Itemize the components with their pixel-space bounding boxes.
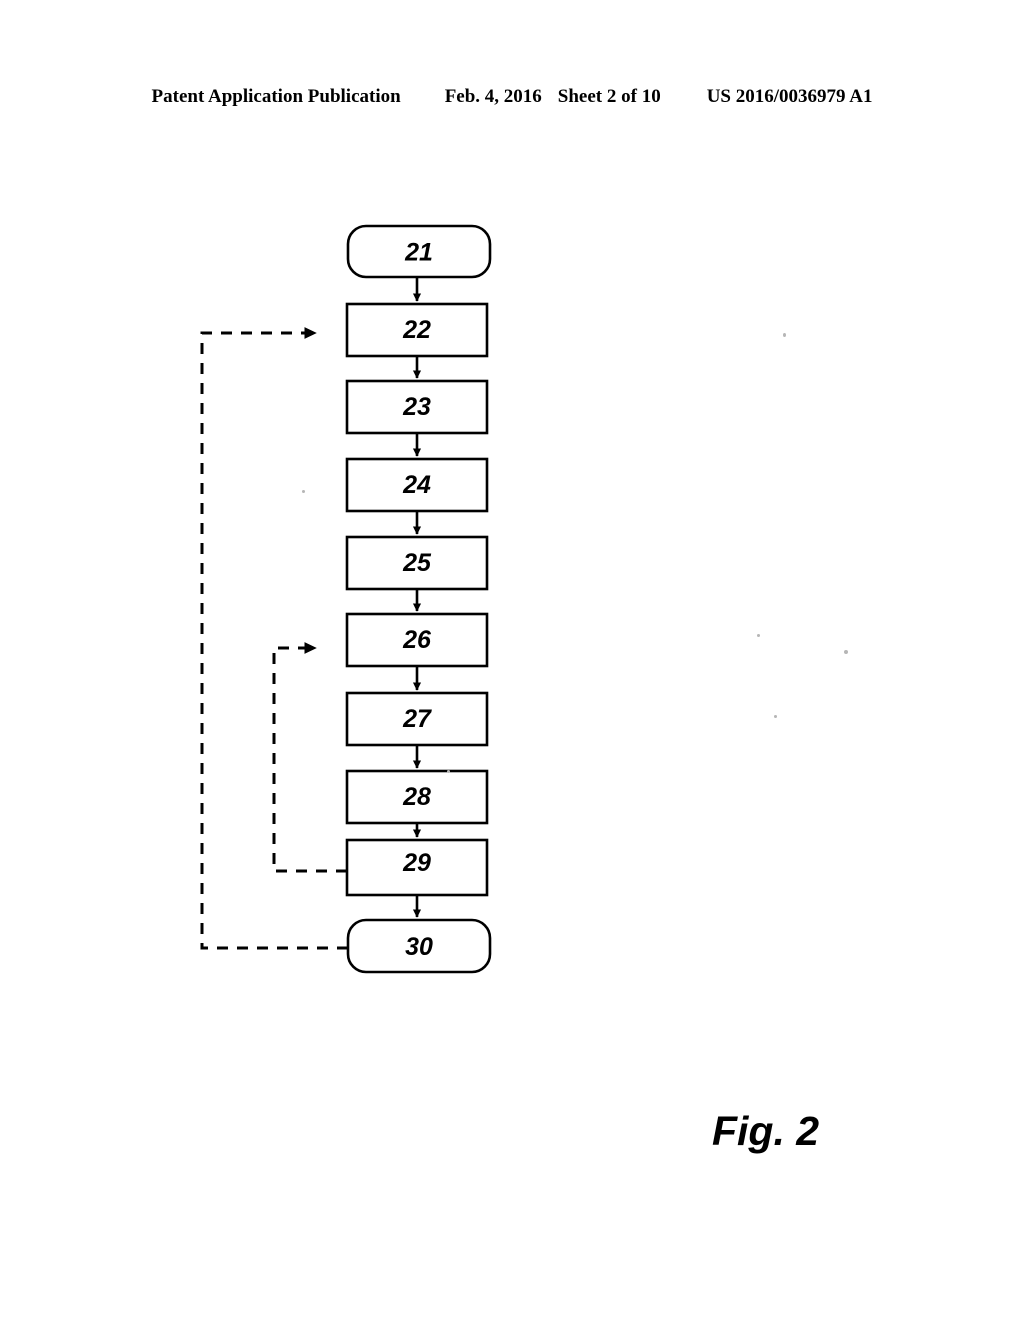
node-21-label: 21 (404, 239, 433, 267)
node-25-label: 25 (402, 549, 432, 577)
scan-speck (447, 770, 450, 773)
flowchart-node-24[interactable]: 24 (345, 457, 489, 513)
node-29-label: 29 (402, 849, 431, 877)
flowchart-node-23[interactable]: 23 (345, 379, 489, 435)
node-30-label: 30 (405, 933, 433, 961)
flowchart-node-30[interactable]: 30 (346, 918, 492, 974)
node-27-label: 27 (402, 705, 432, 733)
node-24-label: 24 (402, 471, 431, 499)
node-28-label: 28 (402, 783, 431, 811)
node-23-label: 23 (402, 393, 431, 421)
scan-speck (783, 333, 786, 337)
flowchart-node-21[interactable]: 21 (346, 224, 492, 279)
flowchart-node-26[interactable]: 26 (345, 612, 489, 668)
dashed-feedback-loop-29-to-26 (272, 642, 347, 873)
scan-speck (302, 490, 305, 493)
scan-speck (844, 650, 848, 654)
flowchart-node-27[interactable]: 27 (345, 691, 489, 747)
flowchart-node-25[interactable]: 25 (345, 535, 489, 591)
flowchart-node-29[interactable]: 29 (345, 838, 489, 897)
figure-caption: Fig. 2 (712, 1108, 820, 1154)
patent-figure-page: Patent Application Publication Feb. 4, 2… (0, 0, 1024, 1320)
node-26-label: 26 (402, 626, 432, 654)
scan-speck (757, 634, 760, 637)
scan-speck (774, 715, 777, 718)
node-22-label: 22 (402, 316, 431, 344)
flowchart-node-28[interactable]: 28 (345, 769, 489, 825)
flowchart-diagram: 21 22 23 24 25 26 27 28 29 30 (200, 224, 492, 974)
flowchart-node-22[interactable]: 22 (345, 302, 489, 358)
